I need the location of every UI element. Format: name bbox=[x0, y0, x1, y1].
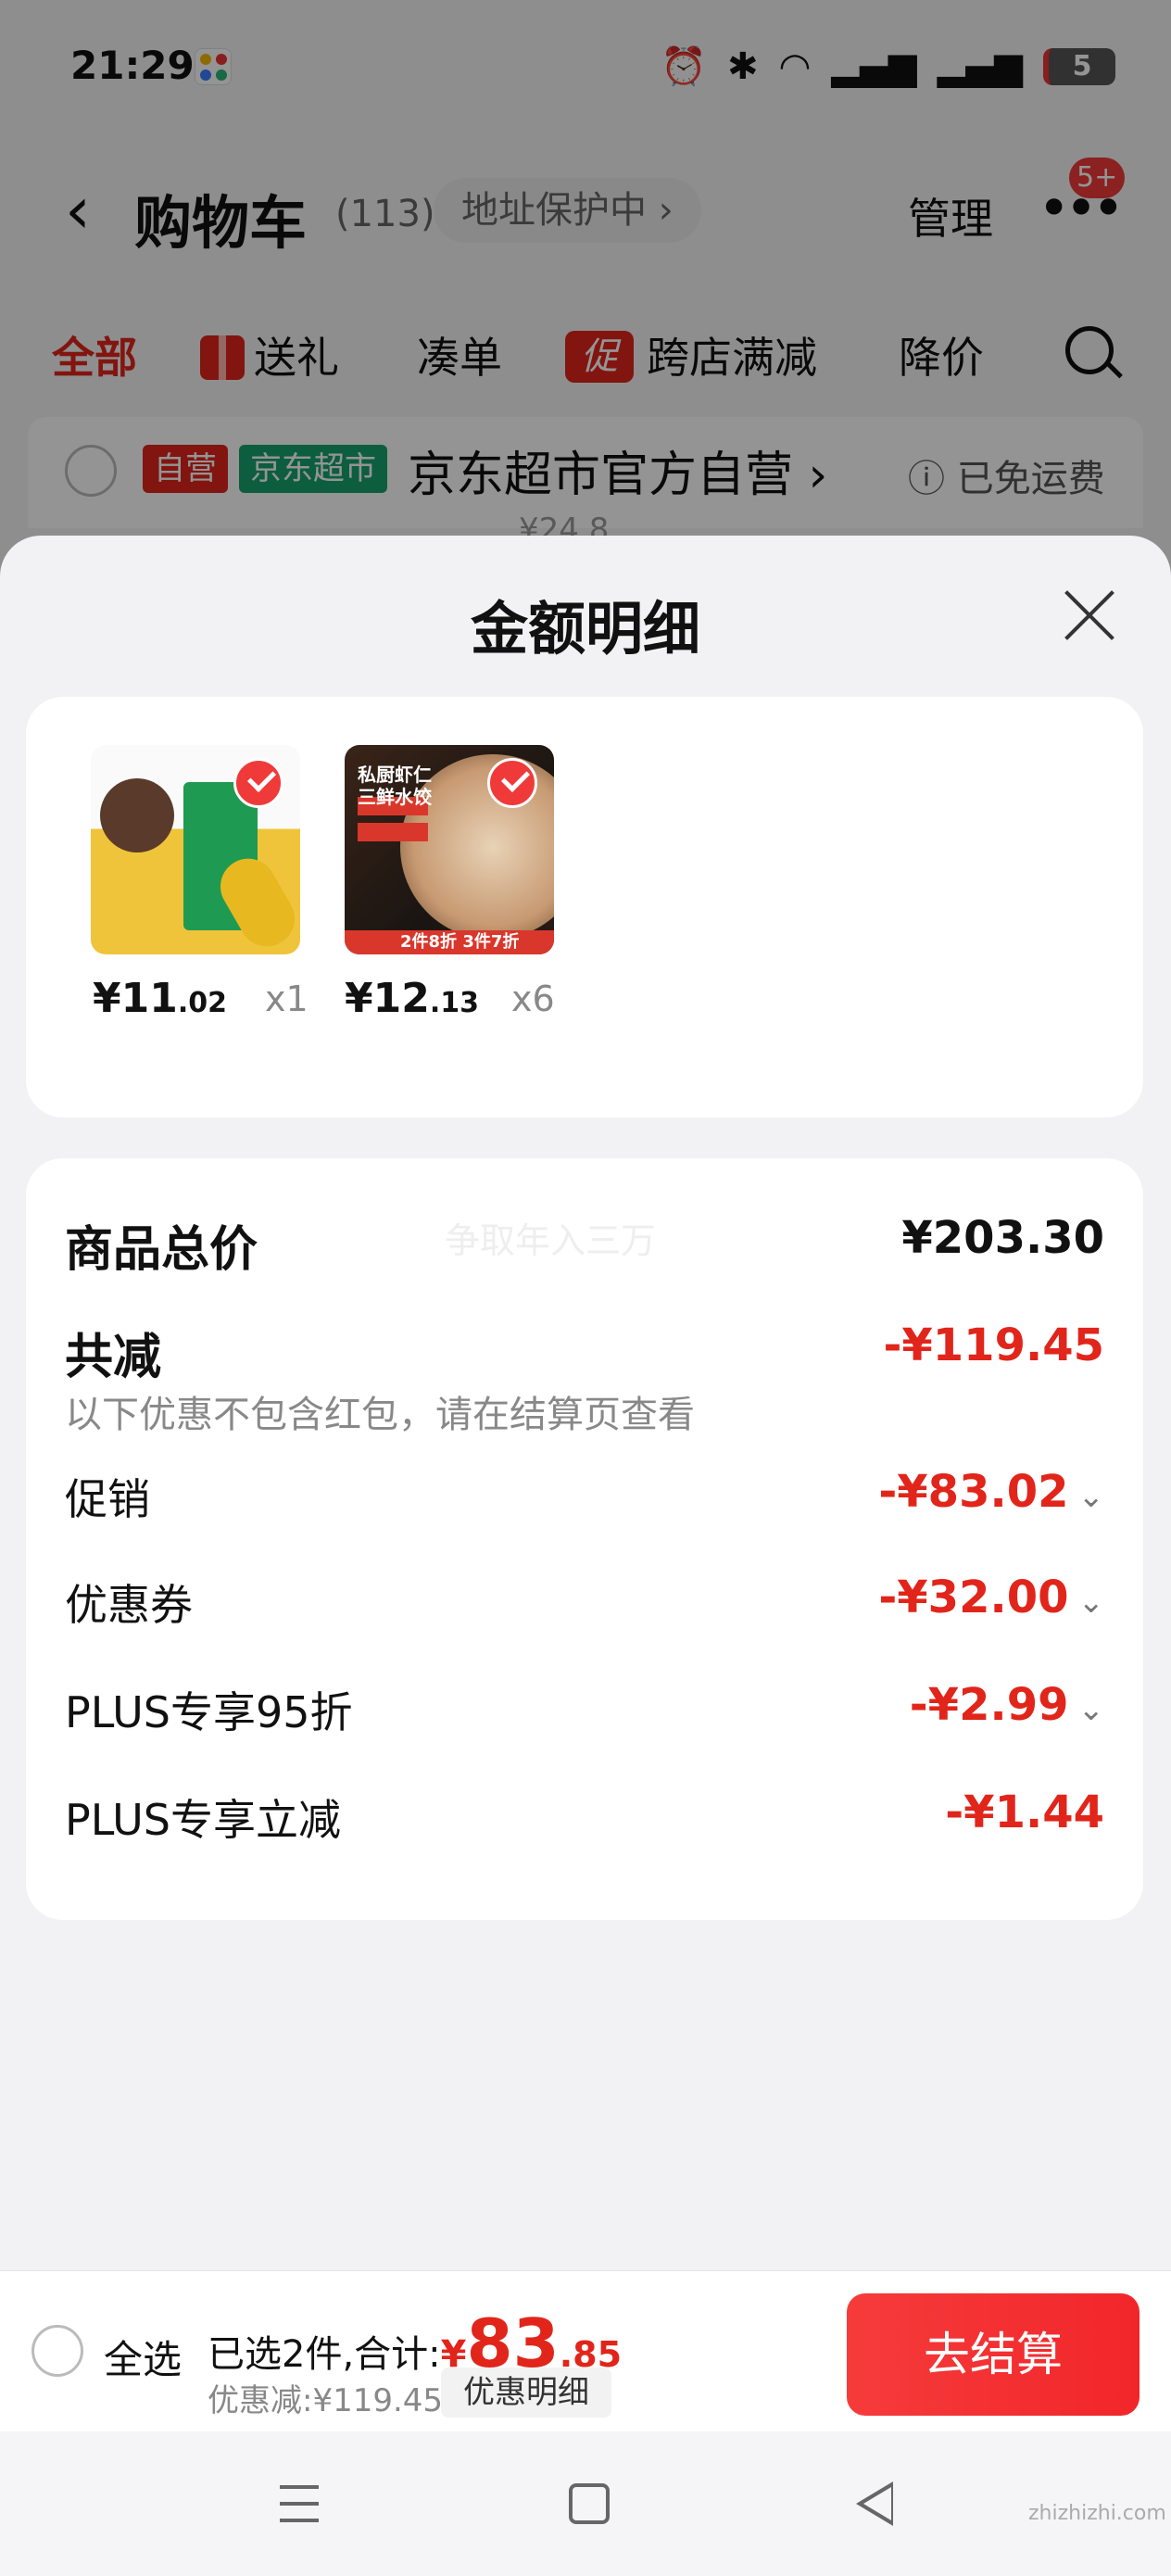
promotion-amount: -¥83.02 bbox=[878, 1466, 1069, 1518]
coupon-value[interactable]: -¥32.00 ⌄ bbox=[878, 1572, 1104, 1623]
price-main: ¥11 bbox=[93, 975, 178, 1022]
plus-reduce-value: -¥1.44 bbox=[945, 1787, 1104, 1838]
price-main: ¥12 bbox=[345, 975, 430, 1022]
plus-discount-amount: -¥2.99 bbox=[909, 1679, 1069, 1731]
product-image-rice bbox=[91, 745, 300, 954]
product-item[interactable]: 私厨虾仁 三鲜水饺 2件8折 3件7折 ¥12.13 x6 bbox=[280, 697, 555, 1118]
total-reduction-label: 共减 bbox=[65, 1330, 162, 1385]
selected-check-icon bbox=[233, 758, 283, 808]
label-graphic bbox=[358, 823, 428, 841]
chevron-down-icon: ⌄ bbox=[1077, 1478, 1105, 1515]
promotion-label: 促销 bbox=[65, 1474, 150, 1524]
total-reduction-value: -¥119.45 bbox=[883, 1320, 1104, 1371]
selected-products-card: ¥11.02 x1 私厨虾仁 三鲜水饺 2件8折 3件7折 ¥12.13 x6 bbox=[26, 697, 1143, 1118]
price-cents: .13 bbox=[429, 987, 480, 1019]
product-item[interactable]: ¥11.02 x1 bbox=[26, 697, 308, 1118]
promotion-value[interactable]: -¥83.02 ⌄ bbox=[878, 1466, 1104, 1518]
product-image-text: 私厨虾仁 三鲜水饺 bbox=[358, 764, 432, 808]
price-detail-card: 争取年入三万 商品总价 ¥203.30 共减 -¥119.45 以下优惠不包含红… bbox=[26, 1158, 1143, 1920]
watermark-text: 争取年入三万 bbox=[445, 1220, 657, 1261]
product-image-dumpling: 私厨虾仁 三鲜水饺 2件8折 3件7折 bbox=[345, 745, 554, 954]
coupon-label: 优惠券 bbox=[65, 1580, 193, 1630]
price-cents: .02 bbox=[177, 987, 228, 1019]
select-all-radio[interactable] bbox=[31, 2325, 83, 2377]
system-nav-bar bbox=[0, 2431, 1171, 2576]
coupon-amount: -¥32.00 bbox=[878, 1572, 1069, 1623]
site-watermark: zhizhizhi.com bbox=[1028, 2502, 1166, 2525]
discount-detail-button[interactable]: 优惠明细 bbox=[441, 2368, 611, 2418]
chevron-down-icon: ⌄ bbox=[1077, 1584, 1105, 1621]
select-all-label[interactable]: 全选 bbox=[104, 2329, 182, 2385]
sheet-title: 金额明细 bbox=[470, 595, 700, 663]
plus-discount-value[interactable]: -¥2.99 ⌄ bbox=[910, 1679, 1104, 1731]
menu-icon[interactable] bbox=[280, 2485, 319, 2522]
plus-discount-label: PLUS专享95折 bbox=[65, 1687, 353, 1737]
selected-check-icon bbox=[487, 758, 537, 808]
total-price-value: ¥203.30 bbox=[901, 1212, 1104, 1264]
chevron-down-icon: ⌄ bbox=[1077, 1691, 1105, 1728]
product-price: ¥12.13 bbox=[345, 975, 479, 1022]
discount-summary: 优惠减:¥119.45 bbox=[208, 2382, 444, 2419]
back-triangle-icon[interactable] bbox=[856, 2481, 893, 2526]
plus-reduce-label: PLUS专享立减 bbox=[65, 1795, 341, 1845]
close-icon[interactable] bbox=[1062, 587, 1117, 643]
reduction-note: 以下优惠不包含红包，请在结算页查看 bbox=[65, 1394, 695, 1436]
product-quantity: x6 bbox=[511, 979, 555, 1019]
product-price: ¥11.02 bbox=[93, 975, 227, 1022]
home-icon[interactable] bbox=[569, 2483, 610, 2524]
checkout-bar: 全选 已选2件,合计:¥83.85 优惠减:¥119.45 优惠明细 去结算 bbox=[0, 2270, 1171, 2431]
product-image-promo: 2件8折 3件7折 bbox=[400, 932, 520, 952]
checkout-button[interactable]: 去结算 bbox=[847, 2293, 1140, 2416]
amount-detail-sheet: 金额明细 ¥11.02 x1 私厨虾仁 三鲜水饺 2件8折 3件7折 ¥12.1… bbox=[0, 536, 1171, 2270]
selected-count-text: 已选2件,合计: bbox=[208, 2333, 441, 2376]
total-price-label: 商品总价 bbox=[65, 1222, 258, 1278]
mascot-graphic bbox=[100, 778, 174, 852]
